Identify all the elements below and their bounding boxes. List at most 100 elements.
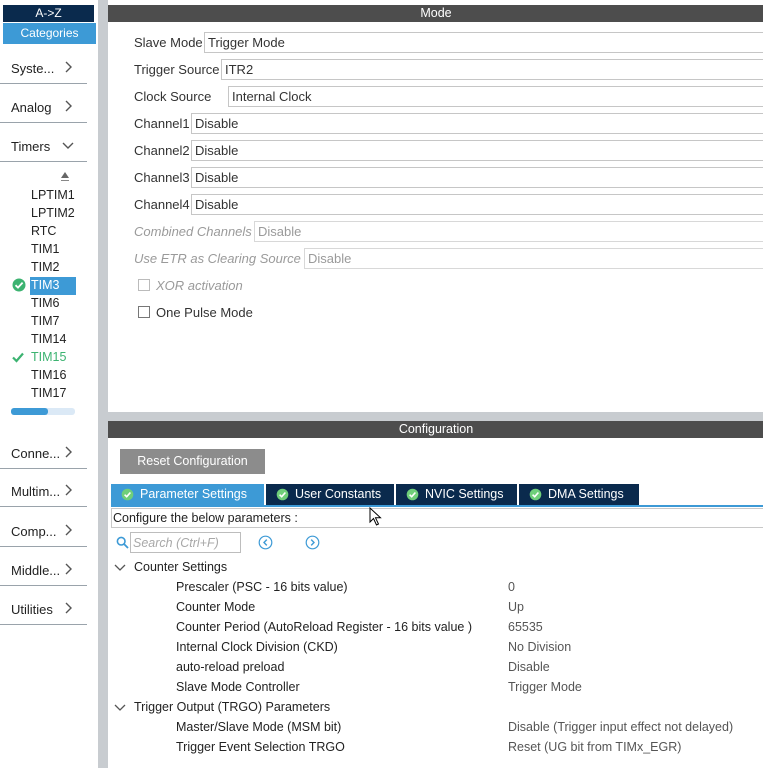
param-name: auto-reload preload [176,660,285,674]
timer-item[interactable]: TIM6 [31,295,77,313]
timer-item[interactable]: TIM7 [31,313,77,331]
param-row[interactable]: Internal Clock Division (CKD) No Divisio… [108,640,763,660]
category-label: Syste... [11,61,55,76]
timer-item-configured[interactable]: TIM15 [31,349,77,367]
param-row[interactable]: Trigger Event Selection TRGO Reset (UG b… [108,740,763,760]
trigger-source-select[interactable]: ITR2 [221,59,763,80]
timer-item[interactable]: TIM17 [31,385,77,403]
mouse-pointer-icon [369,507,382,526]
param-value[interactable]: 65535 [508,620,543,634]
timer-list-scrollbar[interactable] [11,408,75,415]
timer-item[interactable]: TIM2 [31,259,77,277]
channel4-label: Channel4 [134,197,190,212]
chevron-down-icon [62,142,74,149]
category-system-core[interactable]: Syste... [0,58,87,84]
timer-item[interactable]: LPTIM2 [31,205,77,223]
channel3-select[interactable]: Disable [191,167,763,188]
vertical-splitter[interactable] [98,0,107,768]
chevron-right-icon [65,602,72,614]
timer-item[interactable]: TIM1 [31,241,77,259]
tab-label: Parameter Settings [140,487,247,501]
categories-button[interactable]: Categories [3,23,96,44]
timer-item[interactable]: RTC [31,223,77,241]
param-row[interactable]: Counter Mode Up [108,600,763,620]
param-value[interactable]: No Division [508,640,571,654]
timer-item[interactable]: LPTIM1 [31,187,77,205]
param-value[interactable]: 0 [508,580,515,594]
category-analog[interactable]: Analog [0,97,87,123]
param-name: Master/Slave Mode (MSM bit) [176,720,342,734]
tab-underline [111,505,763,507]
checkbox-box[interactable] [138,306,150,318]
etr-clearing-row: Use ETR as Clearing Source Disable [108,248,763,269]
configuration-header: Configuration [108,421,763,438]
param-name: Prescaler (PSC - 16 bits value) [176,580,348,594]
channel1-select[interactable]: Disable [191,113,763,134]
param-value[interactable]: Trigger Mode [508,680,582,694]
category-computing[interactable]: Comp... [0,521,87,547]
param-name: Trigger Event Selection TRGO [176,740,345,754]
chevron-right-icon [65,484,72,496]
category-multimedia[interactable]: Multim... [0,481,87,507]
chevron-right-icon [65,61,72,73]
param-row[interactable]: Master/Slave Mode (MSM bit) Disable (Tri… [108,720,763,740]
etr-clearing-select: Disable [304,248,763,269]
clock-source-row: Clock Source Internal Clock [108,86,763,107]
category-label: Middle... [11,563,61,578]
channel3-label: Channel3 [134,170,190,185]
check-circle-icon [406,488,419,501]
next-result-icon[interactable] [305,535,320,550]
sort-up-icon[interactable] [61,172,69,178]
channel4-select[interactable]: Disable [191,194,763,215]
category-connectivity[interactable]: Conne... [0,443,87,469]
category-utilities[interactable]: Utilities [0,599,87,625]
category-timers[interactable]: Timers [0,136,87,162]
xor-activation-label: XOR activation [156,278,243,293]
timer-item-selected[interactable]: TIM3 [30,277,76,295]
tab-user-constants[interactable]: User Constants [266,484,394,505]
clock-source-select[interactable]: Internal Clock [228,86,763,107]
scrollbar-thumb[interactable] [11,408,49,415]
param-row[interactable]: auto-reload preload Disable [108,660,763,680]
sort-az-button[interactable]: A->Z [3,5,94,22]
tab-parameter-settings[interactable]: Parameter Settings [111,484,264,505]
param-row[interactable]: Counter Period (AutoReload Register - 16… [108,620,763,640]
param-value[interactable]: Reset (UG bit from TIMx_EGR) [508,740,681,754]
param-name: Counter Period (AutoReload Register - 16… [176,620,472,634]
param-name: Counter Mode [176,600,256,614]
trigger-source-label: Trigger Source [134,62,220,77]
param-value[interactable]: Disable (Trigger input effect not delaye… [508,720,733,734]
category-label: Comp... [11,524,57,539]
search-input[interactable] [130,532,241,553]
param-name: Slave Mode Controller [176,680,300,694]
sort-divider [61,180,69,181]
param-value[interactable]: Up [508,600,524,614]
tab-label: DMA Settings [548,487,624,501]
category-middleware[interactable]: Middle... [0,560,87,586]
channel1-row: Channel1 Disable [108,113,763,134]
param-name: Internal Clock Division (CKD) [176,640,338,654]
etr-clearing-label: Use ETR as Clearing Source [134,251,301,266]
chevron-right-icon [65,446,72,458]
param-row[interactable]: Prescaler (PSC - 16 bits value) 0 [108,580,763,600]
combined-channels-select: Disable [254,221,763,242]
reset-configuration-button[interactable]: Reset Configuration [120,449,265,474]
search-icon [116,536,129,549]
tab-dma-settings[interactable]: DMA Settings [519,484,639,505]
param-value[interactable]: Disable [508,660,550,674]
tab-nvic-settings[interactable]: NVIC Settings [396,484,517,505]
channel2-row: Channel2 Disable [108,140,763,161]
timer-item[interactable]: TIM16 [31,367,77,385]
horizontal-splitter[interactable] [107,412,763,421]
slave-mode-label: Slave Mode [134,35,203,50]
channel2-select[interactable]: Disable [191,140,763,161]
channel2-label: Channel2 [134,143,190,158]
category-label: Conne... [11,446,61,461]
slave-mode-select[interactable]: Trigger Mode [204,32,763,53]
timer-item[interactable]: TIM14 [31,331,77,349]
param-row[interactable]: Slave Mode Controller Trigger Mode [108,680,763,700]
chevron-right-icon [65,563,72,575]
check-circle-icon [529,488,542,501]
previous-result-icon[interactable] [258,535,273,550]
category-label: Multim... [11,484,61,499]
